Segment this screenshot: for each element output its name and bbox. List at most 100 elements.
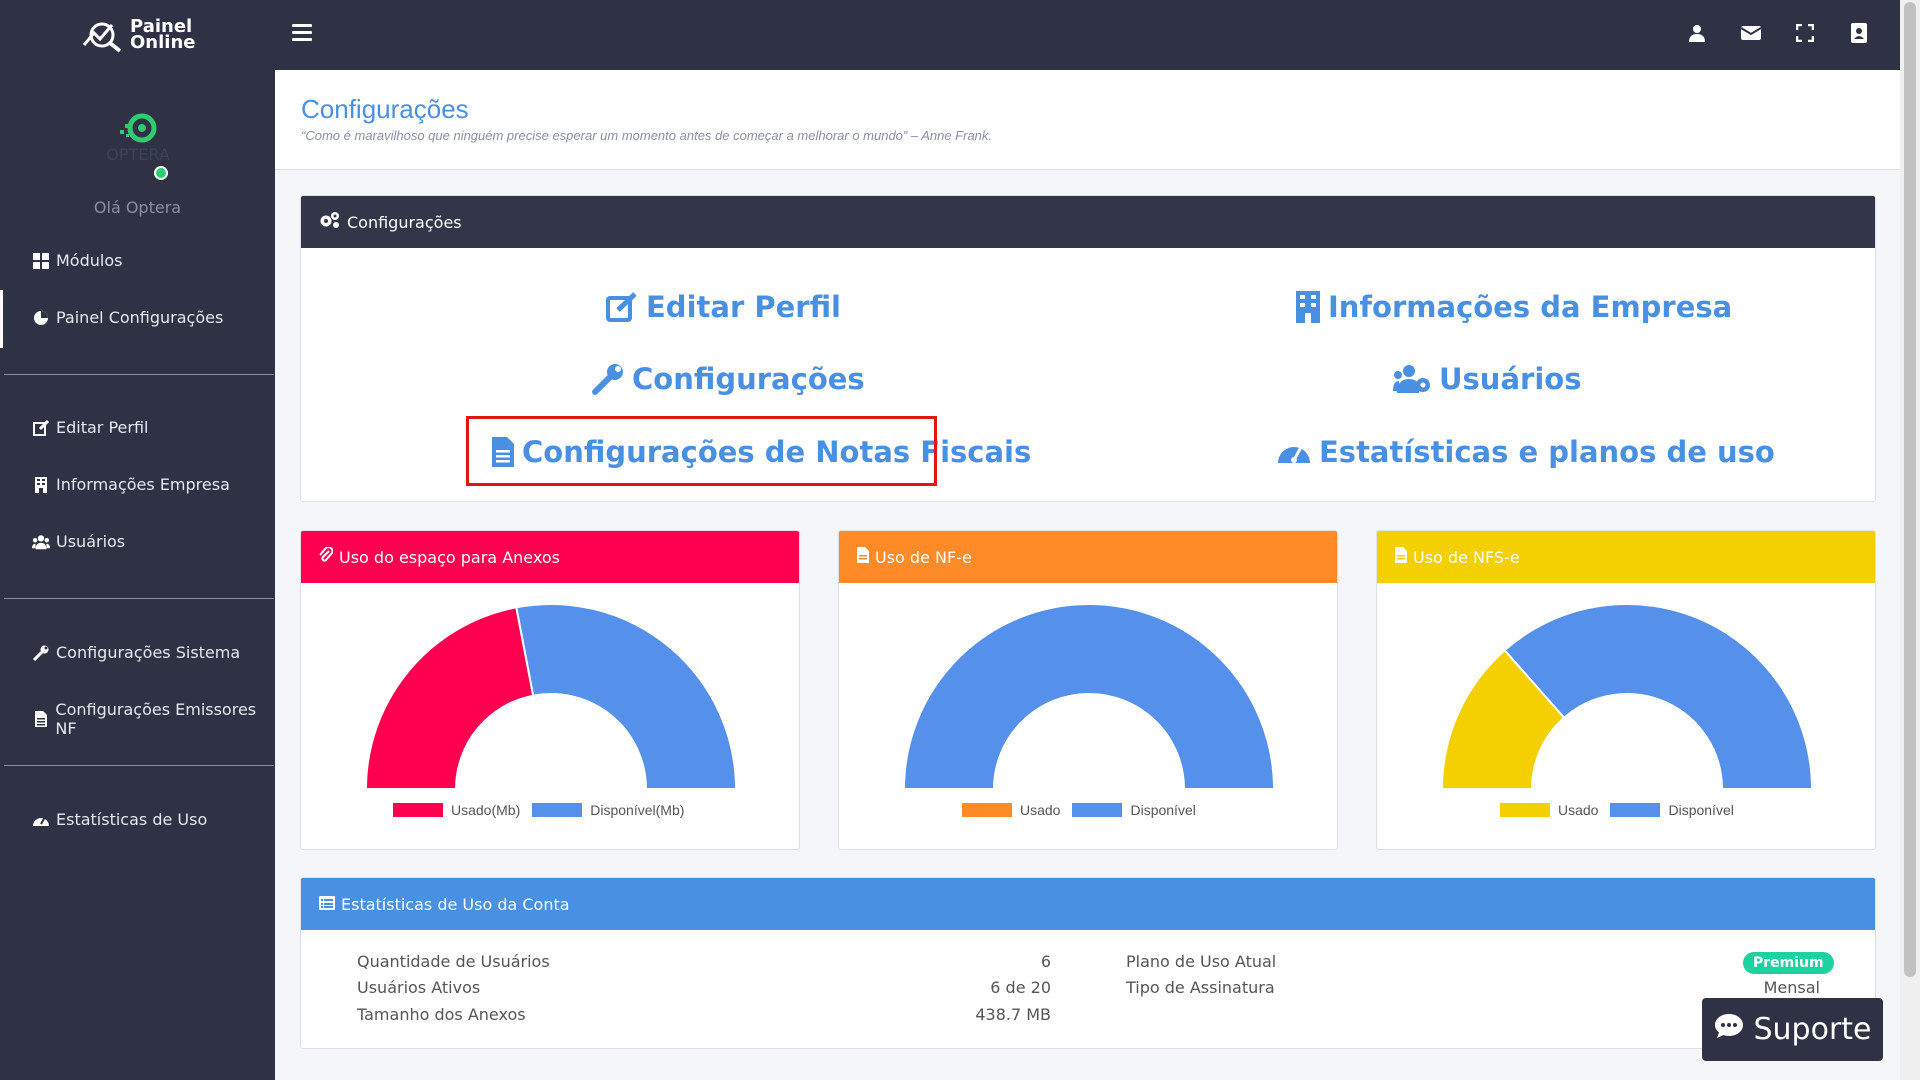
legend-label: Usado [1020,802,1061,818]
sidebar-item-estatisticas-de-uso[interactable]: Estatísticas de Uso [32,810,207,829]
gauge-icon [1277,437,1311,467]
pie-chart-icon [32,309,50,327]
link-informacoes-da-empresa[interactable]: Informações da Empresa [1296,290,1732,324]
top-navbar: Painel Online [0,0,1900,70]
gauge-segment-free[interactable] [1503,603,1814,790]
legend-item-free[interactable]: Disponível [1610,802,1734,818]
avatar[interactable]: OPTERA [98,110,178,180]
sidebar-item-label: Módulos [56,251,123,270]
active-nav-indicator [0,290,3,348]
legend-item-free[interactable]: Disponível(Mb) [532,802,684,818]
link-label: Usuários [1439,362,1582,396]
building-icon [1296,291,1320,323]
user-icon[interactable] [1686,22,1708,44]
link-label: Informações da Empresa [1328,290,1733,324]
card-title: Uso de NFS-e [1413,547,1520,567]
envelope-icon[interactable] [1740,22,1762,44]
sidebar-item-modulos[interactable]: Módulos [32,251,122,270]
cogs-icon [319,211,341,233]
stat-value-usuarios-ativos: 6 de 20 [990,978,1051,997]
gauge-segment-free[interactable] [515,603,738,790]
sidebar-item-label: Configurações Sistema [56,643,241,662]
card-header: Configurações [301,196,1875,248]
sidebar-item-label: Usuários [56,532,126,551]
sidebar-item-painel-configuracoes[interactable]: Painel Configurações [32,308,223,327]
stat-label-plano-de-uso: Plano de Uso Atual [1126,952,1277,971]
contact-book-icon[interactable] [1848,22,1870,44]
card-title: Uso do espaço para Anexos [339,547,560,567]
users-icon [32,533,50,551]
highlight-box [466,416,937,486]
card-title: Estatísticas de Uso da Conta [341,894,570,914]
sidebar-item-label: Editar Perfil [56,418,149,437]
page-scrollbar[interactable] [1900,0,1920,1080]
link-configuracoes[interactable]: Configurações [592,362,865,396]
stat-value-tipo-assinatura: Mensal [1763,978,1820,997]
sidebar-item-configuracoes-sistema[interactable]: Configurações Sistema [32,643,240,662]
support-label: Suporte [1753,1012,1872,1047]
chart-legend: Usado(Mb) Disponível(Mb) [393,802,684,818]
file-icon [857,547,869,567]
link-editar-perfil[interactable]: Editar Perfil [606,290,841,324]
legend-label: Disponível [1130,802,1196,818]
legend-item-used[interactable]: Usado [1500,802,1598,818]
gauge-segment-used[interactable] [364,606,535,790]
scrollbar-thumb[interactable] [1904,2,1916,977]
sidebar-item-label: Painel Configurações [56,308,224,327]
link-label: Editar Perfil [646,290,841,324]
logo-text-line2: Online [130,32,196,53]
gauge-icon [32,811,50,829]
stat-label-quantidade-usuarios: Quantidade de Usuários [357,952,550,971]
online-status-dot [153,166,168,180]
link-estatisticas-e-planos-de-uso[interactable]: Estatísticas e planos de uso [1277,435,1775,469]
legend-label: Usado(Mb) [451,802,521,818]
paperclip-icon [319,546,334,567]
sidebar-item-editar-perfil[interactable]: Editar Perfil [32,418,148,437]
sidebar-item-usuarios[interactable]: Usuários [32,532,125,551]
sidebar-item-label: Estatísticas de Uso [56,810,208,829]
gauge-chart [364,603,738,790]
card-header: Uso do espaço para Anexos [301,531,799,583]
app-logo[interactable]: Painel Online [80,14,220,56]
list-icon [319,895,335,914]
card-title: Configurações [347,212,462,232]
optera-logo-icon: OPTERA [106,113,169,164]
legend-swatch-free [532,803,583,817]
plan-status-badge: Premium [1743,952,1834,974]
legend-item-free[interactable]: Disponível [1072,802,1196,818]
card-title: Uso de NF-e [875,547,972,567]
fullscreen-icon[interactable] [1794,22,1816,44]
sidebar-divider [4,598,274,599]
chat-bubble-icon [1713,1012,1745,1048]
sidebar-divider [4,374,274,375]
link-label: Estatísticas e planos de uso [1319,435,1775,469]
file-icon [1395,547,1407,567]
sidebar: OPTERA Olá Optera Módulos Painel Configu… [0,70,275,1080]
card-header: Uso de NF-e [839,531,1337,583]
link-usuarios[interactable]: Usuários [1393,362,1581,396]
legend-label: Disponível(Mb) [590,802,685,818]
page-header: Configurações “Como é maravilhoso que ni… [275,70,1900,170]
legend-label: Usado [1558,802,1599,818]
support-button[interactable]: Suporte [1702,998,1883,1061]
stat-label-tipo-assinatura: Tipo de Assinatura [1126,978,1275,997]
users-cog-icon [1393,365,1431,393]
card-header: Uso de NFS-e [1377,531,1875,583]
legend-swatch-free [1610,803,1661,817]
sidebar-item-informacoes-empresa[interactable]: Informações Empresa [32,475,230,494]
grid-icon [32,252,50,270]
legend-item-used[interactable]: Usado [962,802,1060,818]
menu-toggle-icon[interactable] [292,24,312,44]
sidebar-divider [4,765,274,766]
gauge-segment-free[interactable] [902,603,1276,790]
card-header: Estatísticas de Uso da Conta [301,878,1875,930]
sidebar-item-configuracoes-emissores-nf[interactable]: Configurações Emissores NF [32,700,275,738]
file-icon [32,710,49,728]
legend-item-used[interactable]: Usado(Mb) [393,802,520,818]
gauge-chart [902,603,1276,790]
wrench-icon [592,363,624,395]
link-label: Configurações [632,362,865,396]
edit-icon [32,419,50,437]
legend-swatch-used [393,803,443,817]
sidebar-item-label: Informações Empresa [56,475,230,494]
